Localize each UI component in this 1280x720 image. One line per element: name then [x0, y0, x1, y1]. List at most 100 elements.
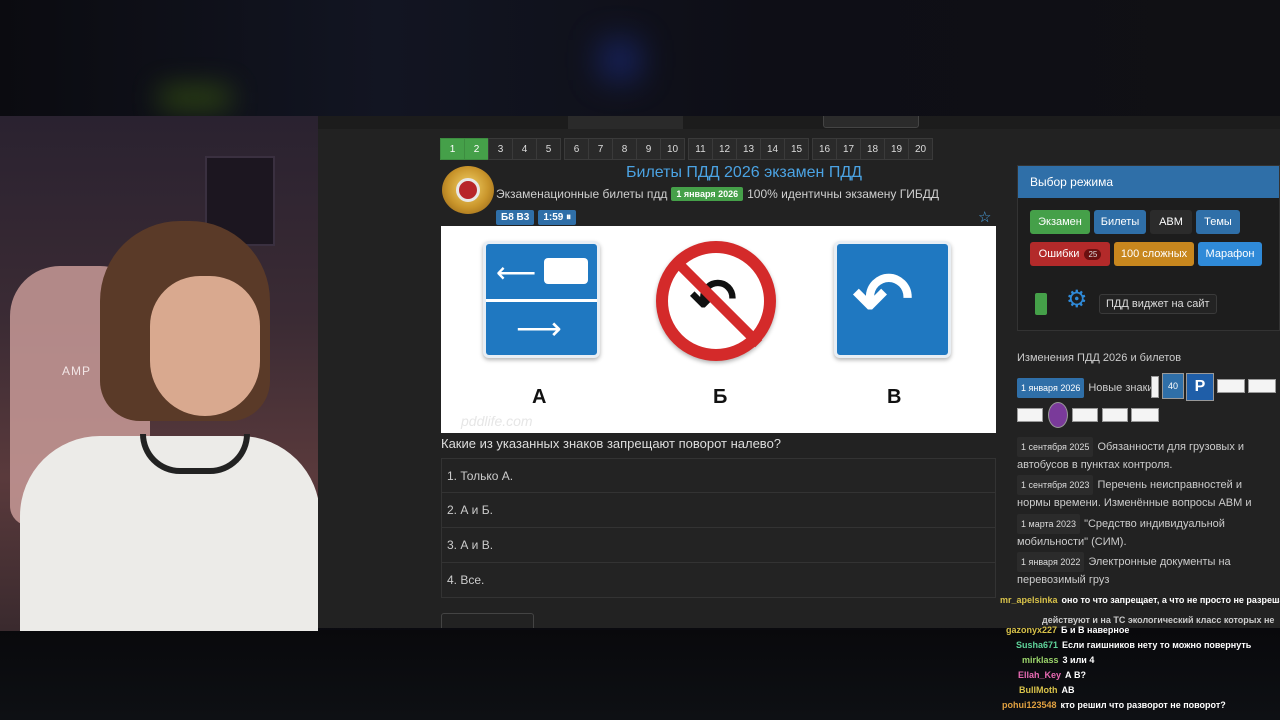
ticket-pager: 1 2 3 4 5 6 7 8 9 10 11 12 13 14 15 16 1… — [440, 138, 937, 160]
image-watermark: pddlife.com — [461, 413, 533, 429]
page-button[interactable]: 13 — [736, 138, 761, 160]
news-item[interactable]: 1 января 2026 Новые знаки — [1017, 378, 1154, 398]
page-button[interactable]: 14 — [760, 138, 785, 160]
marathon-mode-button[interactable]: Марафон — [1198, 242, 1262, 266]
widget-button[interactable]: ПДД виджет на сайт — [1099, 294, 1217, 314]
favorite-star-icon[interactable]: ☆ — [978, 208, 991, 226]
sign-uturn-area-icon: ↶ — [834, 241, 951, 358]
abm-mode-button[interactable]: ABM — [1150, 210, 1192, 234]
news-date: 1 января 2022 — [1017, 552, 1085, 572]
news-item[interactable]: 1 марта 2023 "Средство индивидуальной моб… — [1017, 514, 1257, 550]
chat-text: АВ — [1061, 685, 1075, 695]
chat-message: Ellah_Key А В? — [1018, 670, 1086, 680]
hard-100-mode-button[interactable]: 100 сложных — [1114, 242, 1194, 266]
news-date: 1 сентября 2025 — [1017, 437, 1094, 457]
answer-list: 1. Только А. 2. А и Б. 3. А и В. 4. Все. — [441, 458, 996, 598]
news-text: Новые знаки — [1088, 382, 1154, 394]
phone-icon[interactable] — [1035, 293, 1047, 315]
date-badge: 1 января 2026 — [671, 187, 744, 201]
answer-option[interactable]: 4. Все. — [441, 563, 996, 598]
hard-100-mode-label: 100 сложных — [1120, 248, 1188, 260]
chat-message: gazonyx227 Б и В наверное — [1006, 625, 1129, 635]
question-text: Какие из указанных знаков запрещают пово… — [441, 436, 782, 451]
answer-option[interactable]: 2. А и Б. — [441, 493, 996, 528]
page-title: Билеты ПДД 2026 экзамен ПДД — [626, 164, 862, 181]
chat-text: кто решил что разворот не поворот? — [1060, 700, 1226, 710]
topics-mode-button[interactable]: Темы — [1196, 210, 1240, 234]
streamer-face — [150, 276, 260, 416]
subtitle-suffix: 100% идентичны экзамену ГИБДД — [747, 187, 940, 201]
news-item[interactable]: 1 сентября 2025 Обязанности для грузовых … — [1017, 437, 1257, 473]
page-button[interactable]: 5 — [536, 138, 561, 160]
mini-sign-icon — [1217, 379, 1245, 393]
google-play-button[interactable] — [823, 116, 919, 128]
chat-text: А В? — [1065, 670, 1087, 680]
page-button[interactable]: 8 — [612, 138, 637, 160]
page-button[interactable]: 4 — [512, 138, 537, 160]
chat-text: действуют и на ТС экологический класс ко… — [1042, 615, 1275, 625]
page-button[interactable]: 3 — [488, 138, 513, 160]
chat-message: BullMoth АВ — [1019, 685, 1075, 695]
chat-username: pohui123548 — [1002, 700, 1057, 710]
page-button[interactable]: 20 — [908, 138, 933, 160]
chat-username: Susha671 — [1016, 640, 1059, 650]
answer-option[interactable]: 3. А и В. — [441, 528, 996, 563]
mode-selector-panel: Выбор режима Экзамен Билеты ABM Темы Оши… — [1017, 165, 1280, 331]
page-button[interactable]: 19 — [884, 138, 909, 160]
mini-sign-icon — [1151, 376, 1159, 398]
nav-active-tab[interactable] — [568, 116, 683, 129]
tickets-mode-button[interactable]: Билеты — [1094, 210, 1146, 234]
mini-sign-icon — [1048, 402, 1068, 428]
parking-sign-icon: P — [1186, 373, 1214, 401]
marathon-mode-label: Марафон — [1205, 248, 1255, 260]
mode-selector-header: Выбор режима — [1018, 166, 1279, 198]
top-nav-strip — [318, 116, 1280, 129]
news-date: 1 марта 2023 — [1017, 514, 1081, 534]
webcam-overlay: AMP — [0, 116, 318, 631]
chat-text: оно то что запрещает, а что не просто не… — [1061, 595, 1280, 605]
page-button[interactable]: 10 — [660, 138, 685, 160]
gibdd-emblem-logo — [442, 166, 494, 214]
page-button[interactable]: 12 — [712, 138, 737, 160]
news-date: 1 сентября 2023 — [1017, 475, 1094, 495]
sign-40-icon: 40 — [1162, 373, 1184, 399]
chat-username: Ellah_Key — [1018, 670, 1062, 680]
chat-message: действуют и на ТС экологический класс ко… — [1038, 615, 1274, 625]
errors-mode-label: Ошибки — [1038, 248, 1080, 260]
page-button[interactable]: 17 — [836, 138, 861, 160]
answer-option[interactable]: 1. Только А. — [441, 458, 996, 493]
page-button[interactable]: 6 — [564, 138, 589, 160]
topics-mode-label: Темы — [1204, 216, 1232, 228]
page-button[interactable]: 16 — [812, 138, 837, 160]
subtitle-prefix: Экзаменационные билеты пдд — [496, 187, 668, 201]
page-button[interactable]: 15 — [784, 138, 809, 160]
question-image: ⟵ ⟶ ↶ ↶ А Б В pddlife.com — [441, 226, 996, 433]
exam-mode-button[interactable]: Экзамен — [1030, 210, 1090, 234]
news-item[interactable]: 1 января 2022 Электронные документы на пе… — [1017, 552, 1257, 588]
chat-text: 3 или 4 — [1062, 655, 1095, 665]
page-button[interactable]: 2 — [464, 138, 489, 160]
hint-button[interactable] — [441, 613, 534, 628]
abm-mode-label: ABM — [1159, 216, 1183, 228]
page-button[interactable]: 9 — [636, 138, 661, 160]
chat-text: Б и В наверное — [1061, 625, 1130, 635]
page-button[interactable]: 7 — [588, 138, 613, 160]
tickets-mode-label: Билеты — [1100, 216, 1140, 228]
chat-message: mirklass 3 или 4 — [1022, 655, 1094, 665]
timer-chip[interactable]: 1:59 ⏸ — [538, 210, 577, 225]
chat-message: pohui123548 кто решил что разворот не пов… — [1002, 700, 1226, 710]
chat-username: gazonyx227 — [1006, 625, 1058, 635]
page-button[interactable]: 18 — [860, 138, 885, 160]
mini-sign-icon — [1248, 379, 1276, 393]
chat-username: BullMoth — [1019, 685, 1058, 695]
errors-mode-button[interactable]: Ошибки 25 — [1030, 242, 1110, 266]
ticket-info: Б8 В3 1:59 ⏸ — [496, 210, 577, 225]
chat-message: mr_apelsinka оно то что запрещает, а что … — [1000, 595, 1280, 605]
chat-username: mr_apelsinka — [1000, 595, 1058, 605]
ticket-chip: Б8 В3 — [496, 210, 535, 225]
blurred-background-top — [0, 0, 1280, 116]
page-button[interactable]: 11 — [688, 138, 713, 160]
page-button[interactable]: 1 — [440, 138, 465, 160]
gear-icon[interactable]: ⚙ — [1066, 286, 1088, 314]
page-subtitle: Экзаменационные билеты пдд 1 января 2026… — [496, 187, 939, 201]
